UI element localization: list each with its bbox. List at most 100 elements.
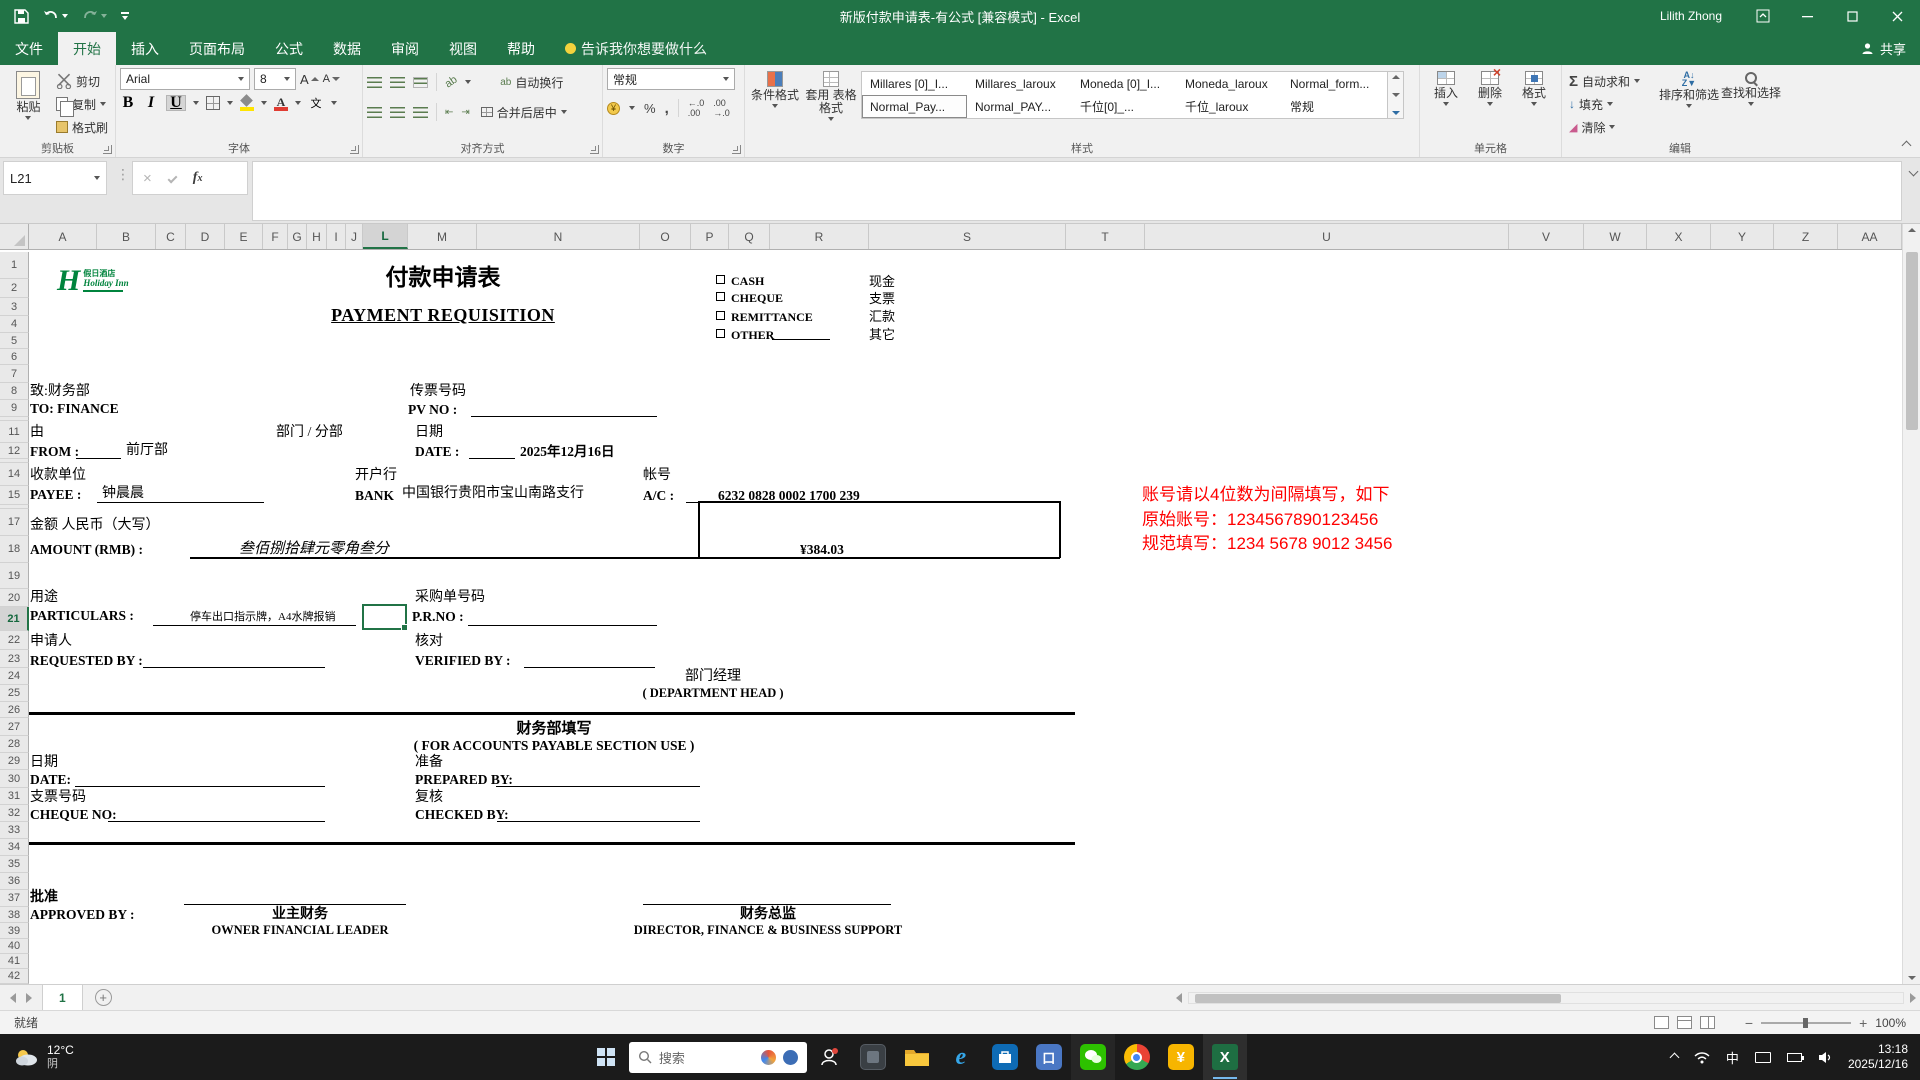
cheque-checkbox[interactable] xyxy=(716,292,725,301)
row-header-41[interactable]: 41 xyxy=(0,954,29,969)
column-header-M[interactable]: M xyxy=(408,224,477,249)
comma-style-button[interactable]: , xyxy=(665,100,669,117)
formula-bar-splitter[interactable]: ⋮ xyxy=(116,166,130,183)
align-left-button[interactable] xyxy=(367,107,382,118)
row-header-40[interactable]: 40 xyxy=(0,939,29,954)
insert-cells-button[interactable]: 插入 xyxy=(1424,68,1468,140)
enter-button[interactable] xyxy=(167,173,177,183)
row-header-1[interactable]: 1 xyxy=(0,252,29,279)
cancel-button[interactable]: × xyxy=(143,170,152,187)
column-header-A[interactable]: A xyxy=(29,224,97,249)
search-highlights-icon[interactable] xyxy=(761,1050,776,1065)
column-header-H[interactable]: H xyxy=(307,224,327,249)
row-header-2[interactable]: 2 xyxy=(0,279,29,298)
close-button[interactable] xyxy=(1875,0,1920,32)
row-header-37[interactable]: 37 xyxy=(0,890,29,907)
style-gallery-item[interactable]: Normal_form... xyxy=(1282,72,1387,95)
page-break-view-button[interactable] xyxy=(1700,1016,1715,1029)
font-color-button[interactable]: A xyxy=(274,95,288,111)
column-header-W[interactable]: W xyxy=(1584,224,1647,249)
tab-tell-me[interactable]: 告诉我你想要做什么 xyxy=(550,32,722,65)
search-avatar-icon[interactable] xyxy=(783,1050,798,1065)
row-header-7[interactable]: 7 xyxy=(0,365,29,383)
row-header-31[interactable]: 31 xyxy=(0,788,29,805)
maximize-button[interactable] xyxy=(1830,0,1875,32)
minimize-button[interactable] xyxy=(1785,0,1830,32)
sheet-tab-1[interactable]: 1 xyxy=(42,985,83,1010)
row-header-6[interactable]: 6 xyxy=(0,349,29,365)
increase-indent-button[interactable]: ⇥ xyxy=(461,107,469,118)
delete-cells-button[interactable]: 删除 xyxy=(1468,68,1512,140)
autosum-button[interactable]: Σ自动求和 xyxy=(1566,70,1658,92)
row-header-18[interactable]: 18 xyxy=(0,536,29,563)
row-header-22[interactable]: 22 xyxy=(0,631,29,650)
scroll-down-arrow[interactable] xyxy=(1908,976,1916,980)
column-header-AA[interactable]: AA xyxy=(1838,224,1902,249)
align-middle-button[interactable] xyxy=(390,77,405,88)
select-all-corner[interactable] xyxy=(0,224,29,250)
other-checkbox[interactable] xyxy=(716,329,725,338)
align-bottom-button[interactable] xyxy=(413,77,428,88)
gallery-scroll-down[interactable] xyxy=(1392,93,1400,97)
file-explorer-icon[interactable] xyxy=(895,1034,939,1080)
align-right-button[interactable] xyxy=(413,107,428,118)
hscroll-left-arrow[interactable] xyxy=(1176,993,1182,1003)
row-header-23[interactable]: 23 xyxy=(0,650,29,668)
formula-bar-expand-button[interactable] xyxy=(1909,167,1919,177)
scroll-up-arrow[interactable] xyxy=(1908,228,1916,232)
style-gallery-item[interactable]: 千位[0]_... xyxy=(1072,95,1177,118)
style-gallery-item[interactable]: Millares_laroux xyxy=(967,72,1072,95)
row-header-14[interactable]: 14 xyxy=(0,463,29,486)
percent-style-button[interactable]: % xyxy=(644,101,656,116)
app-yellow-icon[interactable]: ¥ xyxy=(1159,1034,1203,1080)
row-header-15[interactable]: 15 xyxy=(0,486,29,505)
row-header-30[interactable]: 30 xyxy=(0,770,29,788)
column-header-R[interactable]: R xyxy=(770,224,869,249)
vertical-scroll-thumb[interactable] xyxy=(1906,252,1918,430)
decrease-decimal-button[interactable]: .00→.0 xyxy=(713,98,730,118)
search-input[interactable]: 搜索 xyxy=(629,1042,807,1073)
decrease-indent-button[interactable]: ⇤ xyxy=(445,107,453,118)
start-button[interactable] xyxy=(583,1034,629,1080)
column-header-L[interactable]: L xyxy=(363,224,408,249)
column-header-X[interactable]: X xyxy=(1647,224,1711,249)
chrome-icon[interactable] xyxy=(1115,1034,1159,1080)
gallery-expand[interactable] xyxy=(1392,111,1400,115)
selected-cell-L21[interactable] xyxy=(362,604,407,630)
normal-view-button[interactable] xyxy=(1654,1016,1669,1029)
column-header-F[interactable]: F xyxy=(263,224,288,249)
sheet-nav-right[interactable] xyxy=(26,993,32,1003)
format-painter-button[interactable]: 格式刷 xyxy=(53,116,111,138)
vertical-scrollbar[interactable] xyxy=(1902,224,1920,984)
cash-checkbox[interactable] xyxy=(716,275,725,284)
phonetic-button[interactable]: 文 xyxy=(308,95,324,111)
account-user-button[interactable]: Lilith Zhong xyxy=(1660,9,1722,23)
merge-center-button[interactable]: 合并后居中 xyxy=(478,101,570,123)
ribbon-display-options-button[interactable] xyxy=(1740,0,1785,32)
row-header-17[interactable]: 17 xyxy=(0,509,29,536)
column-header-D[interactable]: D xyxy=(186,224,225,249)
shrink-font-button[interactable]: A xyxy=(323,68,340,90)
style-gallery-item[interactable]: Normal_Pay... xyxy=(862,95,967,118)
grow-font-button[interactable]: A xyxy=(300,68,319,90)
sheet-nav-left[interactable] xyxy=(10,993,16,1003)
style-gallery-item[interactable]: Normal_PAY... xyxy=(967,95,1072,118)
row-header-26[interactable]: 26 xyxy=(0,702,29,718)
row-header-25[interactable]: 25 xyxy=(0,685,29,702)
tab-help[interactable]: 帮助 xyxy=(492,32,550,65)
style-gallery-item[interactable]: 千位_laroux xyxy=(1177,95,1282,118)
style-gallery-item[interactable]: Moneda_laroux xyxy=(1177,72,1282,95)
zoom-in-button[interactable]: + xyxy=(1859,1015,1867,1031)
row-header-32[interactable]: 32 xyxy=(0,805,29,822)
find-select-button[interactable]: 查找和选择 xyxy=(1720,68,1782,140)
zoom-out-button[interactable]: − xyxy=(1745,1015,1753,1031)
column-header-E[interactable]: E xyxy=(225,224,263,249)
wrap-text-button[interactable]: ab自动换行 xyxy=(497,71,566,93)
collapse-ribbon-button[interactable] xyxy=(1902,141,1912,151)
formula-input[interactable] xyxy=(252,161,1902,221)
fill-color-button[interactable] xyxy=(240,96,254,110)
excel-icon[interactable]: X xyxy=(1203,1034,1247,1080)
remittance-checkbox[interactable] xyxy=(716,311,725,320)
format-cells-button[interactable]: 格式 xyxy=(1512,68,1556,140)
app-blue-icon[interactable]: 口 xyxy=(1027,1034,1071,1080)
